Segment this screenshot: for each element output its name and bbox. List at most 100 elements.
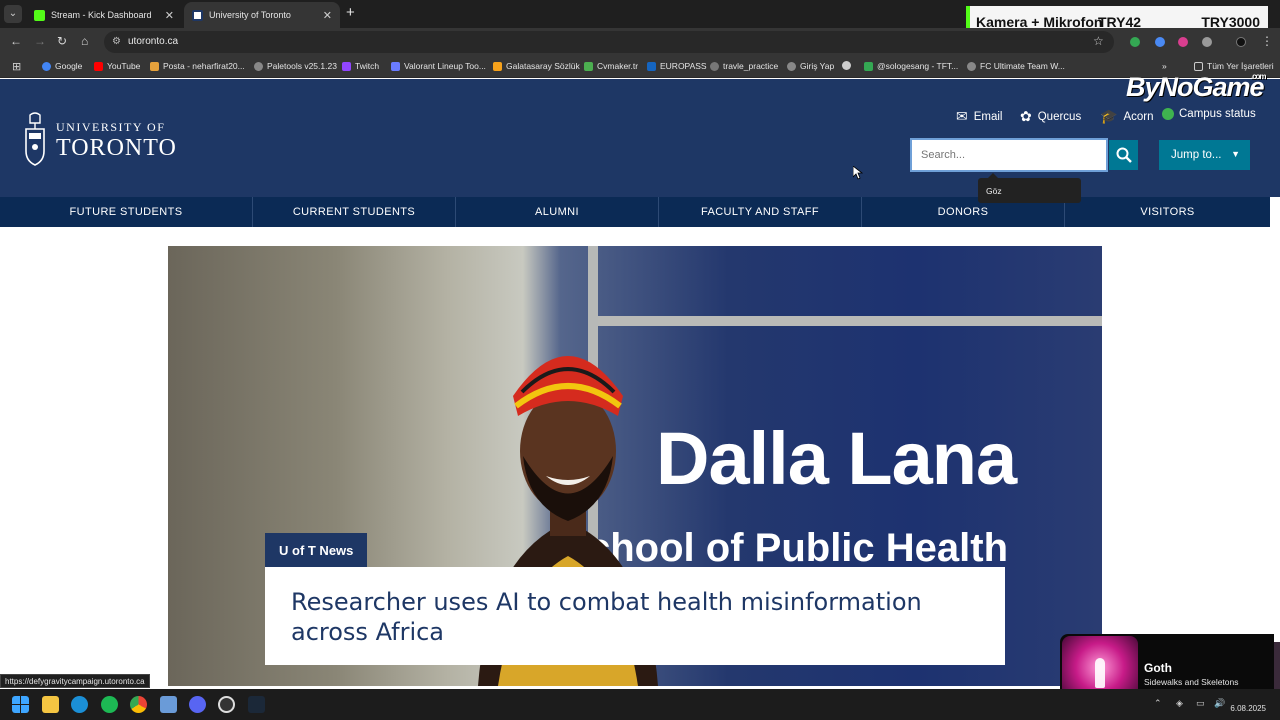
- windows-start-icon[interactable]: [12, 696, 29, 713]
- tab-search-chevron-icon[interactable]: ⌄: [4, 5, 22, 23]
- jump-to-label: Jump to...: [1171, 149, 1222, 161]
- bookmark-galatasaray[interactable]: Galatasaray Sözlük: [493, 61, 580, 71]
- bookmark-cvmaker[interactable]: Cvmaker.tr: [584, 61, 638, 71]
- windows-taskbar: ⌃ ◈ ▭ 🔊 6.08.2025: [0, 689, 1280, 720]
- tooltip-text: Göz: [986, 186, 1002, 196]
- news-category-tag[interactable]: U of T News: [265, 533, 368, 567]
- bookmark-unnamed[interactable]: [842, 61, 855, 70]
- apps-grid-icon[interactable]: ⊞: [12, 60, 21, 73]
- quercus-link[interactable]: ✿ Quercus: [1020, 108, 1081, 125]
- browser-address-bar: ← → ↻ ⌂ ⚙ utoronto.ca ☆ ⋮: [0, 28, 1280, 56]
- back-arrow-icon[interactable]: ←: [10, 34, 22, 48]
- tab-title: University of Toronto: [209, 10, 291, 20]
- url-text: utoronto.ca: [128, 36, 179, 47]
- logo-line-toronto: TORONTO: [56, 134, 177, 161]
- bookmark-posta[interactable]: Posta - neharfirat20...: [150, 61, 245, 71]
- nav-faculty-and-staff[interactable]: FACULTY AND STAFF: [659, 197, 862, 227]
- close-tab-icon[interactable]: ✕: [165, 9, 174, 22]
- bookmark-europass[interactable]: EUROPASS: [647, 61, 707, 71]
- news-headline[interactable]: Researcher uses AI to combat health misi…: [291, 587, 979, 647]
- tab-kick-dashboard[interactable]: Stream - Kick Dashboard ✕: [26, 2, 182, 28]
- bookmark-star-icon[interactable]: ☆: [1093, 34, 1104, 48]
- new-tab-plus-icon[interactable]: +: [346, 5, 355, 21]
- site-search-input[interactable]: [910, 138, 1108, 172]
- link-hover-status-url: https://defygravitycampaign.utoronto.ca: [0, 674, 150, 688]
- bookmark-google[interactable]: Google: [42, 61, 82, 71]
- extensions-puzzle-icon[interactable]: [1202, 37, 1212, 47]
- bookmarks-bar: ⊞ Google YouTube Posta - neharfirat20...…: [0, 56, 1280, 78]
- close-tab-icon[interactable]: ✕: [323, 9, 332, 22]
- edge-icon[interactable]: [71, 696, 88, 713]
- kick-favicon-icon: [34, 9, 45, 21]
- steam-icon[interactable]: [248, 696, 265, 713]
- app-icon[interactable]: [160, 696, 177, 713]
- globe-icon: [254, 61, 263, 71]
- display-icon[interactable]: ▭: [1196, 698, 1205, 709]
- eu-stars-icon: [647, 61, 656, 71]
- search-button[interactable]: [1109, 140, 1138, 170]
- file-explorer-icon[interactable]: [42, 696, 59, 713]
- logo-line-university-of: UNIVERSITY OF: [56, 119, 166, 134]
- bookmark-giris-yap[interactable]: Giriş Yap: [787, 61, 834, 71]
- extension-icon[interactable]: [1178, 37, 1188, 47]
- valorant-icon: [391, 61, 400, 71]
- reload-icon[interactable]: ↻: [57, 34, 67, 48]
- uoft-crest-icon: [25, 112, 45, 166]
- all-bookmarks-folder[interactable]: Tüm Yer İşaretleri: [1194, 61, 1274, 71]
- track-artist: Sidewalks and Skeletons: [1144, 677, 1239, 687]
- spotify-icon[interactable]: [101, 696, 118, 713]
- nav-alumni[interactable]: ALUMNI: [456, 197, 659, 227]
- twitch-icon: [342, 61, 351, 71]
- cv-icon: [584, 61, 593, 71]
- forward-arrow-icon[interactable]: →: [34, 34, 46, 48]
- nav-current-students[interactable]: CURRENT STUDENTS: [253, 197, 456, 227]
- watermark-suffix: .com: [1250, 72, 1267, 81]
- extension-icon[interactable]: [1155, 37, 1165, 47]
- bookmark-sologesang[interactable]: @sologesang - TFT...: [864, 61, 958, 71]
- taskbar-date: 6.08.2025: [1230, 704, 1266, 713]
- stream-watermark-logo: ByNoGame .com: [1126, 72, 1267, 103]
- tray-chevron-icon[interactable]: ⌃: [1154, 698, 1162, 709]
- tab-university-of-toronto[interactable]: University of Toronto ✕: [184, 2, 340, 28]
- network-icon[interactable]: ◈: [1176, 698, 1183, 709]
- email-link[interactable]: ✉ Email: [956, 108, 1003, 125]
- chrome-icon[interactable]: [130, 696, 147, 713]
- news-headline-card[interactable]: Researcher uses AI to combat health misi…: [265, 567, 1005, 665]
- globe-icon: [787, 61, 796, 71]
- circle-icon: [842, 61, 851, 70]
- volume-icon[interactable]: 🔊: [1214, 698, 1225, 709]
- bookmark-twitch[interactable]: Twitch: [342, 61, 379, 71]
- acorn-link[interactable]: 🎓 Acorn: [1100, 108, 1153, 125]
- site-header: UNIVERSITY OF TORONTO ✉ Email ✿ Quercus …: [0, 79, 1280, 197]
- uoft-favicon-icon: [192, 9, 203, 21]
- campus-status-link[interactable]: Campus status: [1162, 108, 1256, 120]
- obs-icon[interactable]: [218, 696, 235, 713]
- graduation-cap-icon: 🎓: [1100, 108, 1118, 124]
- site-info-icon[interactable]: ⚙: [112, 31, 121, 53]
- tab-title: Stream - Kick Dashboard: [51, 10, 152, 20]
- magnifier-icon: [1116, 147, 1132, 163]
- track-title: Goth: [1144, 661, 1172, 675]
- google-icon: [42, 61, 51, 71]
- browser-menu-icon[interactable]: ⋮: [1261, 34, 1273, 48]
- discord-icon[interactable]: [189, 696, 206, 713]
- nav-future-students[interactable]: FUTURE STUDENTS: [0, 197, 253, 227]
- more-bookmarks-button[interactable]: »: [1162, 61, 1167, 71]
- bookmark-valorant[interactable]: Valorant Lineup Too...: [391, 61, 486, 71]
- url-input[interactable]: ⚙ utoronto.ca: [104, 31, 1114, 53]
- nav-visitors[interactable]: VISITORS: [1065, 197, 1270, 227]
- hero-feature[interactable]: Dalla Lana chool of Public Health U of T…: [168, 246, 1102, 686]
- bookmark-fc-ultimate[interactable]: FC Ultimate Team W...: [967, 61, 1065, 71]
- home-icon[interactable]: ⌂: [81, 34, 88, 48]
- bookmark-paletools[interactable]: Paletools v25.1.23: [254, 61, 337, 71]
- mouse-cursor-icon: [853, 166, 863, 180]
- jump-to-dropdown[interactable]: Jump to... ▼: [1159, 140, 1250, 170]
- folder-icon: [1194, 61, 1203, 71]
- extension-icon[interactable]: [1130, 37, 1140, 47]
- bookmark-youtube[interactable]: YouTube: [94, 61, 140, 71]
- profile-avatar-icon[interactable]: [1236, 37, 1246, 47]
- sheets-icon: [864, 61, 873, 71]
- bookmark-travle[interactable]: travle_practice: [710, 61, 778, 71]
- uoft-logo[interactable]: UNIVERSITY OF TORONTO: [22, 111, 177, 169]
- flame-icon: [493, 61, 502, 71]
